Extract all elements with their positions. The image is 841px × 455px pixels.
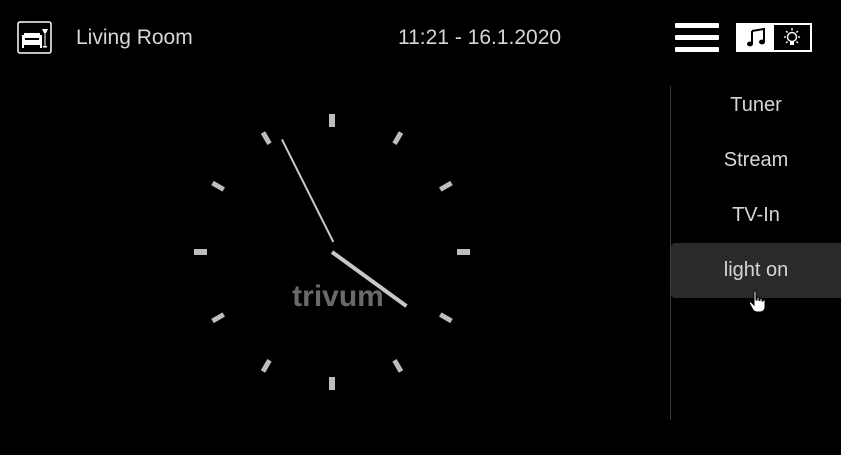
hand-pointer-cursor-icon [748,290,766,314]
room-control-screen: Living Room 11:21 - 16.1.2020 trivum Tun… [0,0,841,455]
clock-tick [211,180,225,192]
clock-tick [260,359,272,373]
source-menu: Tuner Stream TV-In light on [671,78,841,298]
minute-hand [281,139,335,243]
room-title: Living Room [76,26,193,49]
menu-item-stream[interactable]: Stream [671,133,841,188]
clock-tick [439,180,453,192]
brand-logo: trivum [292,280,384,313]
hamburger-menu-icon[interactable] [675,23,719,53]
music-note-icon[interactable] [738,25,774,50]
menu-item-tuner[interactable]: Tuner [671,78,841,133]
clock-tick [392,131,404,145]
menu-item-label: TV-In [732,204,780,226]
light-bulb-icon[interactable] [774,25,810,50]
date-time-display: 11:21 - 16.1.2020 [398,26,562,49]
menu-item-label: light on [723,259,789,281]
menu-item-label: Stream [723,149,789,171]
clock-tick [260,131,272,145]
clock-tick [392,359,404,373]
menu-item-label: Tuner [730,94,782,116]
clock-tick [439,312,453,324]
audio-light-mode-toggle[interactable] [736,23,812,52]
analog-clock: trivum [190,110,474,394]
clock-tick [211,312,225,324]
room-furniture-icon[interactable] [17,21,52,54]
menu-item-tv-in[interactable]: TV-In [671,188,841,243]
